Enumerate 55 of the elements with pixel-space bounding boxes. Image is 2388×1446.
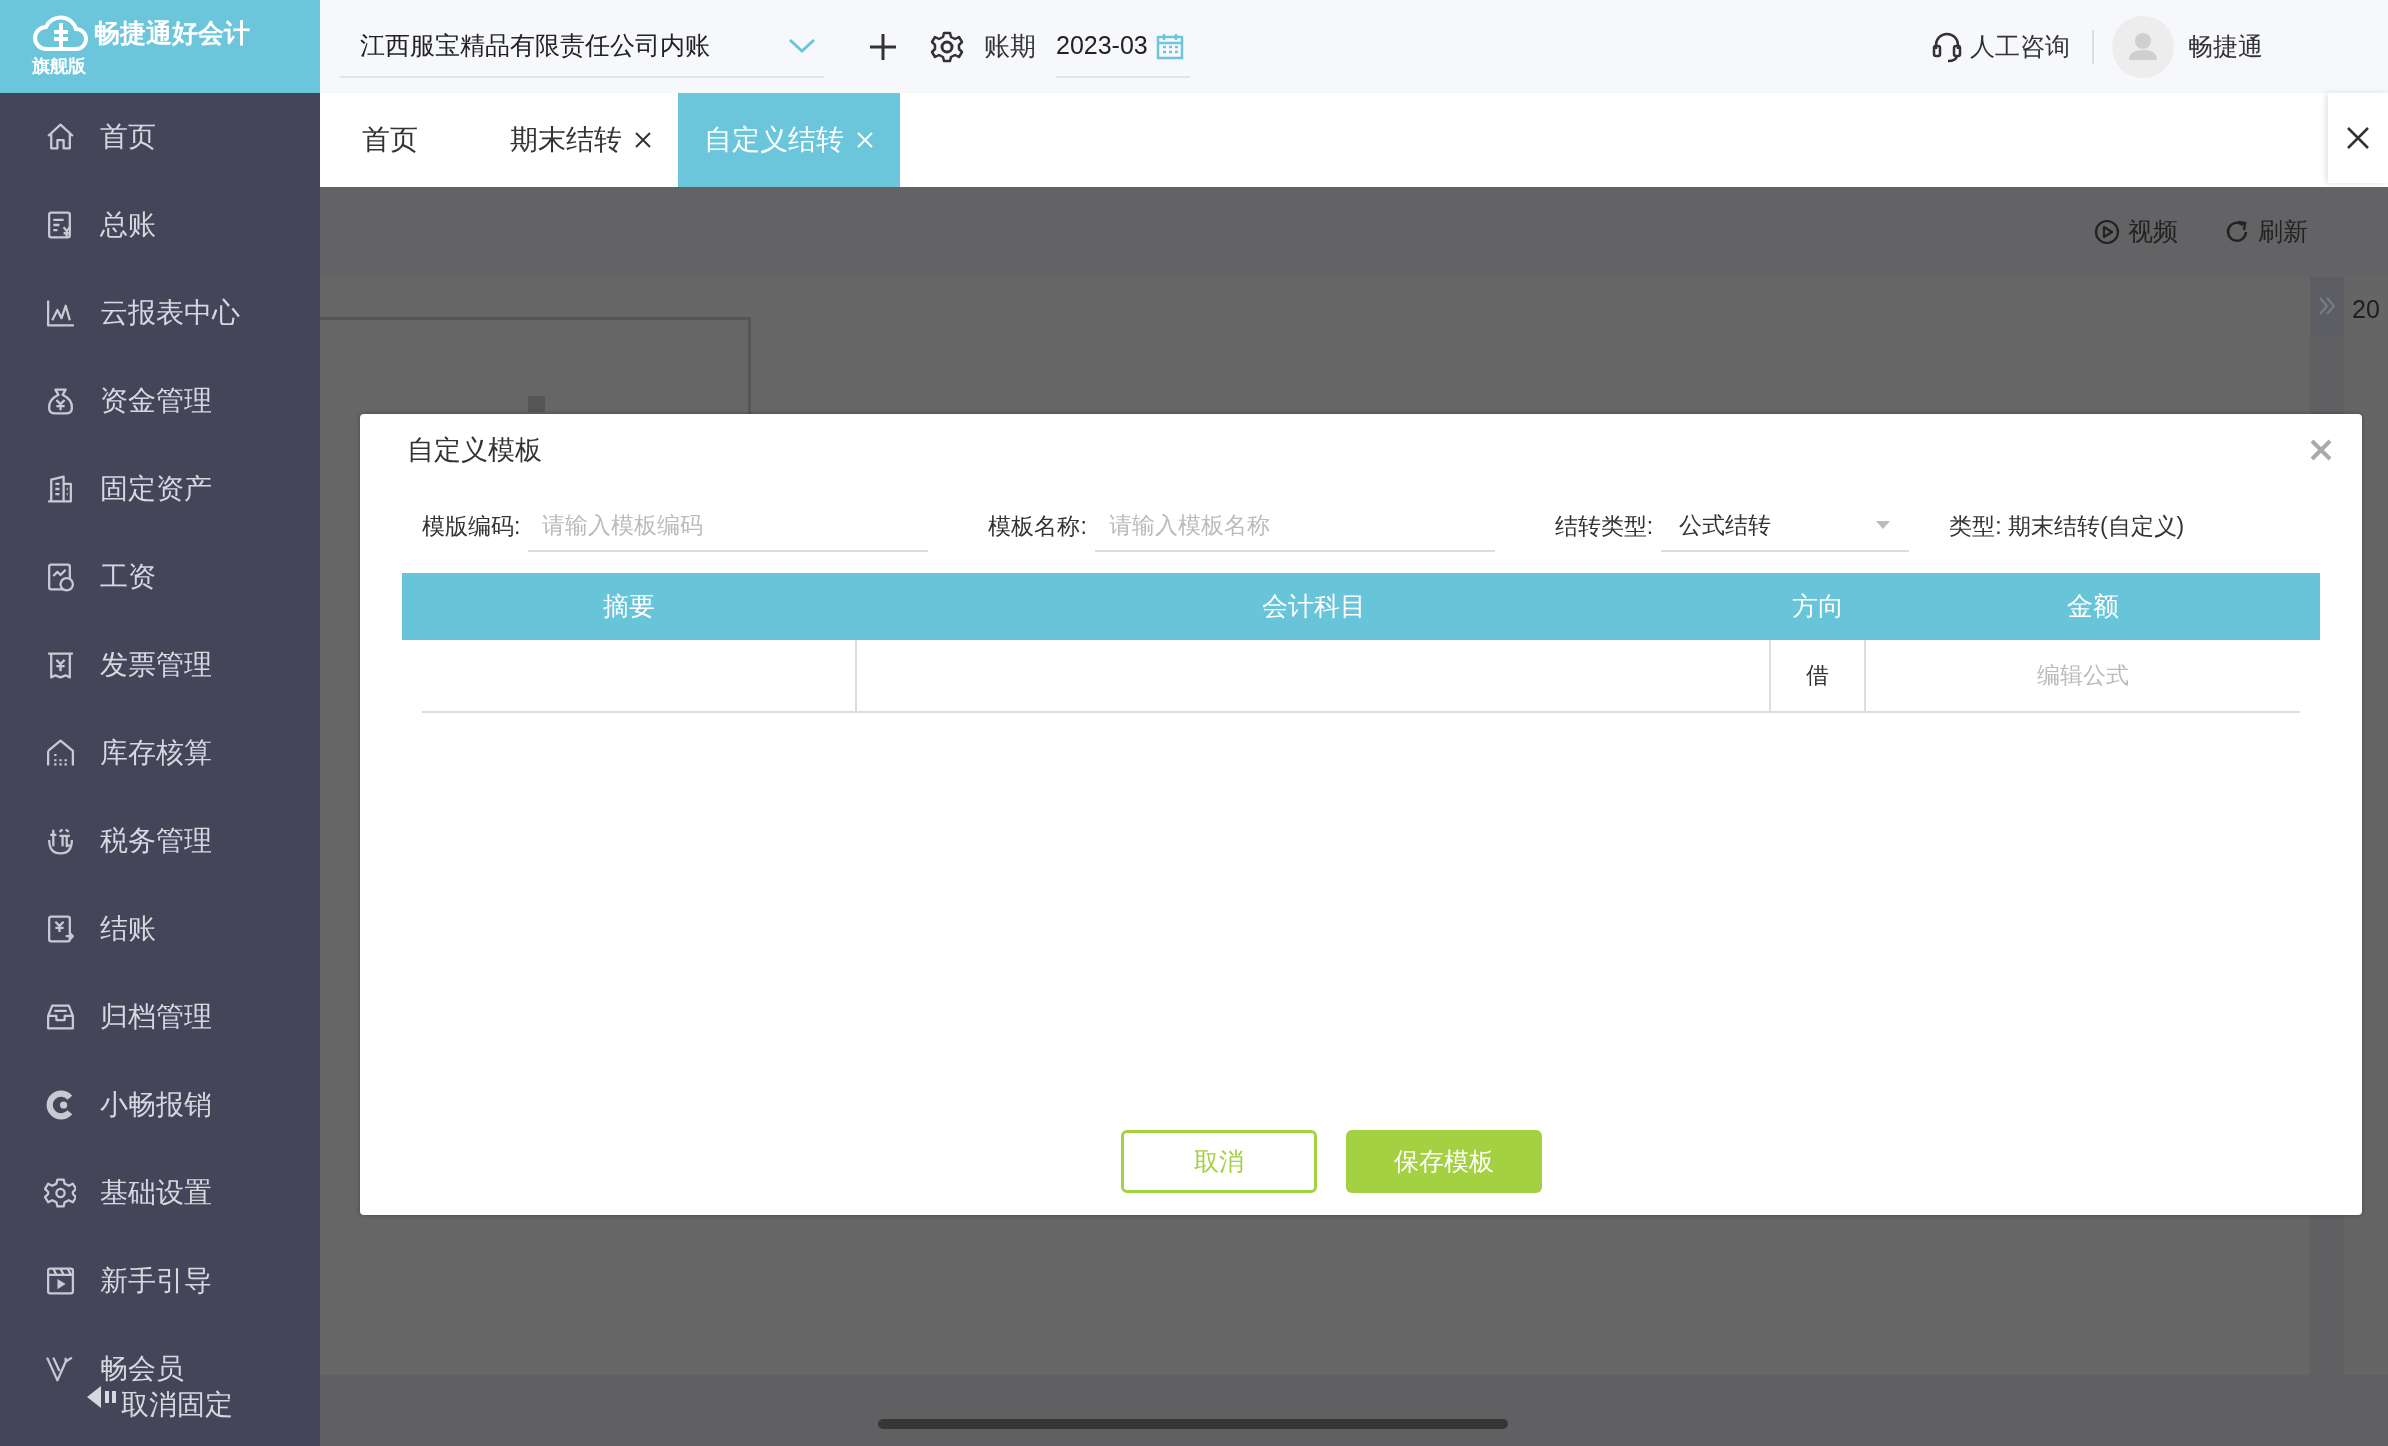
chevron-down-icon [788,37,816,54]
close-icon[interactable] [634,131,652,149]
background-text: 20 [2352,295,2380,323]
consult-link[interactable]: 人工咨询 [1970,27,2070,66]
field-label: 结转类型: [1554,511,1654,541]
type-info: 类型: 期末结转(自定义) [1949,511,2185,541]
user-name: 畅捷通 [2188,30,2263,62]
plus-icon[interactable] [868,31,898,62]
column-header: 金额 [2065,590,2120,623]
play-icon [2094,219,2120,245]
input-field[interactable]: 请输入模板编码 [528,500,929,552]
double-chevron-icon [2318,296,2336,316]
unpin-link[interactable]: 取消固定 [121,1384,233,1426]
sidebar-item[interactable]: 资金管理 [0,357,320,445]
settings-icon[interactable] [930,29,964,64]
sidebar-item[interactable]: 总账 [0,181,320,269]
sidebar-item[interactable]: 库存核算 [0,709,320,797]
sidebar-item[interactable]: 首页 [0,93,320,181]
close-icon [2346,126,2370,150]
field-label: 模版编码: [422,511,521,541]
sidebar-item[interactable]: 畅会员 [0,1325,320,1384]
period-label: 账期 [984,30,1036,63]
dropdown-icon [1875,520,1892,530]
direction-cell[interactable]: 借 [1771,640,1866,711]
sidebar-item[interactable]: 归档管理 [0,973,320,1061]
sidebar-item[interactable]: 工资 [0,533,320,621]
input-field[interactable]: 请输入模板名称 [1094,500,1495,552]
column-header: 方向 [1790,590,1845,623]
headset-icon[interactable] [1932,30,1962,63]
dialog-title: 自定义模板 [407,433,542,467]
sidebar-item[interactable]: 云报表中心 [0,269,320,357]
scrollbar[interactable] [878,1419,1508,1429]
refresh-icon [2224,219,2250,245]
sidebar-item[interactable]: 税务管理 [0,797,320,885]
sidebar-item[interactable]: 发票管理 [0,621,320,709]
sidebar-item[interactable]: 基础设置 [0,1149,320,1237]
calendar-icon [1155,31,1184,60]
sidebar-item[interactable]: 固定资产 [0,445,320,533]
company-select[interactable]: 江西服宝精品有限责任公司内账 [340,15,824,78]
cloud-logo-icon [32,13,88,53]
edition-label: 旗舰版 [32,55,87,78]
field-label: 模板名称: [988,511,1087,541]
sidebar-item[interactable]: 新手引导 [0,1237,320,1325]
sidebar-item[interactable]: 小畅报销 [0,1061,320,1149]
settings-icon [44,1177,76,1209]
column-header: 会计科目 [1260,590,1367,623]
unpin-icon[interactable] [87,1384,117,1410]
close-all-button[interactable] [2328,93,2388,183]
sidebar-item[interactable]: 结账 [0,885,320,973]
column-header: 摘要 [602,590,657,623]
video-guide-icon [44,1265,76,1297]
logo-text: 畅捷通好会计 [94,16,250,50]
period-picker[interactable]: 2023-03 [1056,15,1190,78]
avatar-icon[interactable] [2112,15,2174,78]
type-select[interactable]: 公式结转 [1661,500,1910,552]
